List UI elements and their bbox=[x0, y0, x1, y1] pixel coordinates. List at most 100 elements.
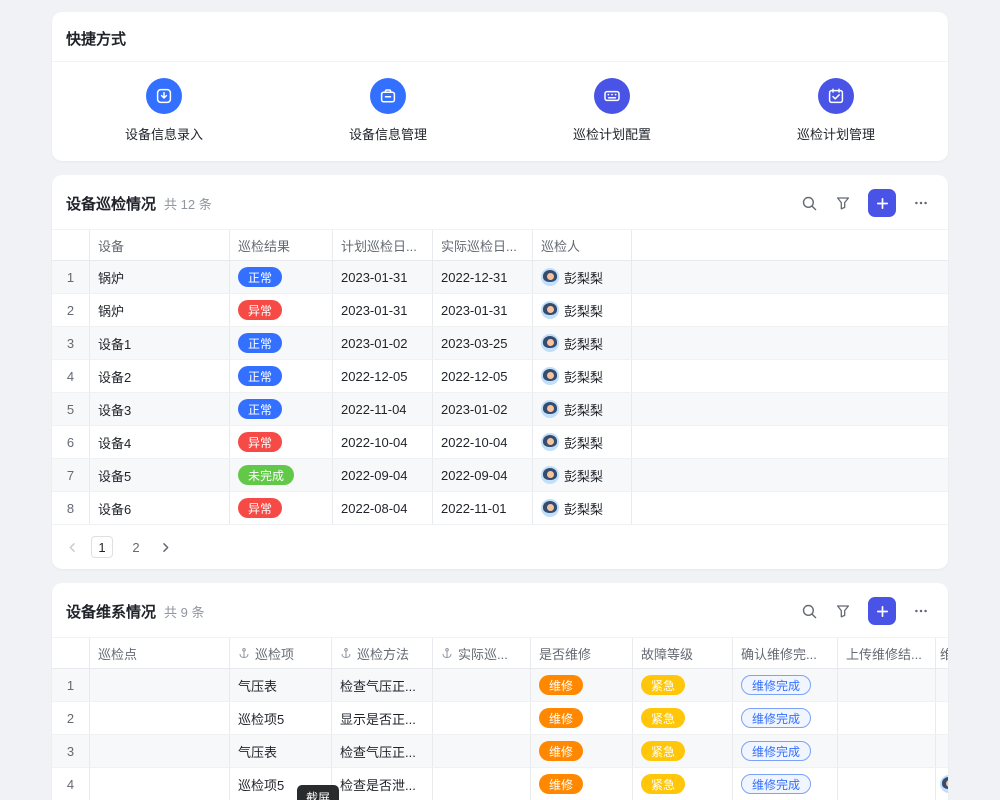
table-row[interactable]: 1 气压表 检查气压正... 维修 紧急 维修完成 bbox=[52, 669, 948, 702]
item-cell[interactable]: 气压表 bbox=[230, 669, 332, 701]
result-cell[interactable]: 异常 bbox=[230, 426, 333, 458]
item-cell[interactable]: 气压表 bbox=[230, 735, 332, 767]
device-cell[interactable]: 设备4 bbox=[90, 426, 230, 458]
inspector-cell[interactable]: 彭梨梨 bbox=[533, 492, 632, 524]
search-button[interactable] bbox=[796, 598, 822, 624]
table-row[interactable]: 3 设备1 正常 2023-01-02 2023-03-25 彭梨梨 bbox=[52, 327, 948, 360]
actual-date-cell[interactable]: 2022-10-04 bbox=[433, 426, 533, 458]
search-button[interactable] bbox=[796, 190, 822, 216]
plan-date-cell[interactable]: 2022-11-04 bbox=[333, 393, 433, 425]
inspector-cell[interactable]: 彭梨梨 bbox=[533, 261, 632, 293]
add-record-button[interactable] bbox=[868, 189, 896, 217]
level-cell[interactable]: 紧急 bbox=[633, 735, 733, 767]
table-row[interactable]: 1 锅炉 正常 2023-01-31 2022-12-31 彭梨梨 bbox=[52, 261, 948, 294]
level-cell[interactable]: 紧急 bbox=[633, 768, 733, 800]
upload-cell[interactable] bbox=[838, 702, 936, 734]
table-row[interactable]: 3 气压表 检查气压正... 维修 紧急 维修完成 bbox=[52, 735, 948, 768]
table-row[interactable]: 6 设备4 异常 2022-10-04 2022-10-04 彭梨梨 bbox=[52, 426, 948, 459]
clipped-cell[interactable] bbox=[936, 669, 948, 701]
confirm-cell[interactable]: 维修完成 bbox=[733, 669, 838, 701]
table-row[interactable]: 2 锅炉 异常 2023-01-31 2023-01-31 彭梨梨 bbox=[52, 294, 948, 327]
actual-cell[interactable] bbox=[433, 702, 531, 734]
method-cell[interactable]: 检查气压正... bbox=[332, 735, 433, 767]
page-2-button[interactable]: 2 bbox=[125, 536, 147, 558]
plan-date-cell[interactable]: 2022-12-05 bbox=[333, 360, 433, 392]
device-cell[interactable]: 设备2 bbox=[90, 360, 230, 392]
repair-cell[interactable]: 维修 bbox=[531, 768, 633, 800]
table-row[interactable]: 8 设备6 异常 2022-08-04 2022-11-01 彭梨梨 bbox=[52, 492, 948, 525]
actual-date-cell[interactable]: 2023-03-25 bbox=[433, 327, 533, 359]
actual-date-cell[interactable]: 2022-11-01 bbox=[433, 492, 533, 524]
result-cell[interactable]: 正常 bbox=[230, 360, 333, 392]
clipped-cell[interactable] bbox=[936, 768, 948, 800]
screenshot-tooltip[interactable]: 截屏 bbox=[297, 785, 339, 800]
upload-cell[interactable] bbox=[838, 768, 936, 800]
repair-cell[interactable]: 维修 bbox=[531, 702, 633, 734]
column-header-method[interactable]: 巡检方法 bbox=[332, 638, 433, 668]
upload-cell[interactable] bbox=[838, 669, 936, 701]
inspector-cell[interactable]: 彭梨梨 bbox=[533, 426, 632, 458]
result-cell[interactable]: 未完成 bbox=[230, 459, 333, 491]
column-header-plan-date[interactable]: 计划巡检日... bbox=[333, 230, 433, 260]
actual-date-cell[interactable]: 2022-12-31 bbox=[433, 261, 533, 293]
result-cell[interactable]: 正常 bbox=[230, 393, 333, 425]
column-header-level[interactable]: 故障等级 bbox=[633, 638, 733, 668]
column-header-confirm[interactable]: 确认维修完... bbox=[733, 638, 838, 668]
actual-cell[interactable] bbox=[433, 669, 531, 701]
actual-date-cell[interactable]: 2023-01-31 bbox=[433, 294, 533, 326]
level-cell[interactable]: 紧急 bbox=[633, 669, 733, 701]
level-cell[interactable]: 紧急 bbox=[633, 702, 733, 734]
table-row[interactable]: 4 巡检项5 检查是否泄... 维修 紧急 维修完成 bbox=[52, 768, 948, 800]
item-cell[interactable]: 巡检项5 bbox=[230, 702, 332, 734]
filter-button[interactable] bbox=[830, 190, 856, 216]
repair-cell[interactable]: 维修 bbox=[531, 669, 633, 701]
column-header-device[interactable]: 设备 bbox=[90, 230, 230, 260]
plan-date-cell[interactable]: 2022-08-04 bbox=[333, 492, 433, 524]
inspector-cell[interactable]: 彭梨梨 bbox=[533, 393, 632, 425]
column-header-upload[interactable]: 上传维修结... bbox=[838, 638, 936, 668]
column-header-clipped[interactable]: 维 bbox=[936, 638, 948, 668]
device-cell[interactable]: 设备6 bbox=[90, 492, 230, 524]
inspector-cell[interactable]: 彭梨梨 bbox=[533, 360, 632, 392]
method-cell[interactable]: 显示是否正... bbox=[332, 702, 433, 734]
actual-date-cell[interactable]: 2022-12-05 bbox=[433, 360, 533, 392]
confirm-cell[interactable]: 维修完成 bbox=[733, 702, 838, 734]
table-row[interactable]: 7 设备5 未完成 2022-09-04 2022-09-04 彭梨梨 bbox=[52, 459, 948, 492]
plan-date-cell[interactable]: 2022-10-04 bbox=[333, 426, 433, 458]
point-cell[interactable] bbox=[90, 702, 230, 734]
result-cell[interactable]: 正常 bbox=[230, 327, 333, 359]
column-header-result[interactable]: 巡检结果 bbox=[230, 230, 333, 260]
column-header-actual[interactable]: 实际巡... bbox=[433, 638, 531, 668]
column-header-inspector[interactable]: 巡检人 bbox=[533, 230, 632, 260]
column-header-actual-date[interactable]: 实际巡检日... bbox=[433, 230, 533, 260]
plan-date-cell[interactable]: 2023-01-02 bbox=[333, 327, 433, 359]
page-1-button[interactable]: 1 bbox=[91, 536, 113, 558]
device-cell[interactable]: 设备5 bbox=[90, 459, 230, 491]
table-row[interactable]: 4 设备2 正常 2022-12-05 2022-12-05 彭梨梨 bbox=[52, 360, 948, 393]
table-row[interactable]: 2 巡检项5 显示是否正... 维修 紧急 维修完成 bbox=[52, 702, 948, 735]
device-cell[interactable]: 设备3 bbox=[90, 393, 230, 425]
column-header-item[interactable]: 巡检项 bbox=[230, 638, 332, 668]
more-button[interactable] bbox=[908, 190, 934, 216]
device-cell[interactable]: 锅炉 bbox=[90, 261, 230, 293]
actual-cell[interactable] bbox=[433, 768, 531, 800]
more-button[interactable] bbox=[908, 598, 934, 624]
method-cell[interactable]: 检查是否泄... bbox=[332, 768, 433, 800]
inspector-cell[interactable]: 彭梨梨 bbox=[533, 327, 632, 359]
shortcut-device-entry[interactable]: 设备信息录入 bbox=[52, 78, 276, 143]
shortcut-plan-config[interactable]: 巡检计划配置 bbox=[500, 78, 724, 143]
actual-date-cell[interactable]: 2022-09-04 bbox=[433, 459, 533, 491]
inspector-cell[interactable]: 彭梨梨 bbox=[533, 294, 632, 326]
result-cell[interactable]: 正常 bbox=[230, 261, 333, 293]
plan-date-cell[interactable]: 2023-01-31 bbox=[333, 294, 433, 326]
plan-date-cell[interactable]: 2022-09-04 bbox=[333, 459, 433, 491]
plan-date-cell[interactable]: 2023-01-31 bbox=[333, 261, 433, 293]
actual-cell[interactable] bbox=[433, 735, 531, 767]
actual-date-cell[interactable]: 2023-01-02 bbox=[433, 393, 533, 425]
device-cell[interactable]: 设备1 bbox=[90, 327, 230, 359]
point-cell[interactable] bbox=[90, 768, 230, 800]
table-row[interactable]: 5 设备3 正常 2022-11-04 2023-01-02 彭梨梨 bbox=[52, 393, 948, 426]
confirm-cell[interactable]: 维修完成 bbox=[733, 768, 838, 800]
result-cell[interactable]: 异常 bbox=[230, 294, 333, 326]
column-header-point[interactable]: 巡检点 bbox=[90, 638, 230, 668]
